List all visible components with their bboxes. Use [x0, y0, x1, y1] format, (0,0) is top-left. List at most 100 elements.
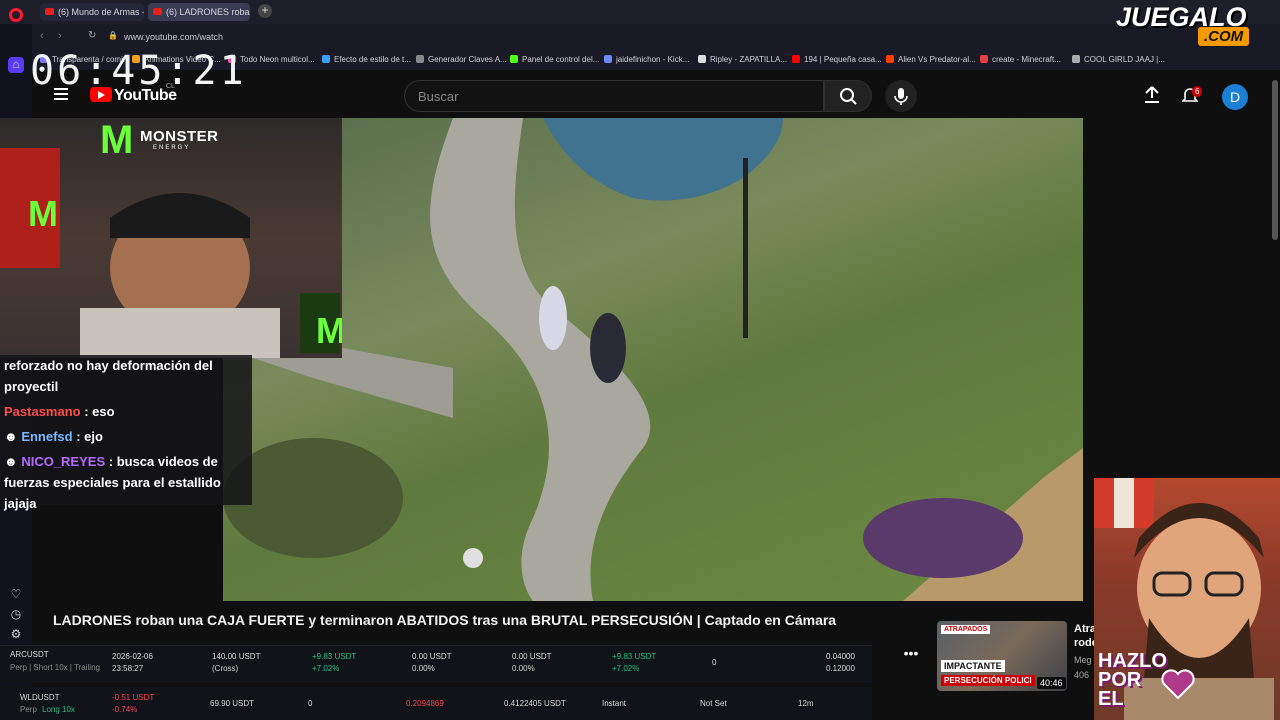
- streamer-webcam: M M: [0, 118, 346, 358]
- mark-price: 0.4122405 USDT: [504, 699, 566, 708]
- video-duration: 40:46: [1037, 677, 1066, 689]
- discord-badge-icon: ☻: [4, 454, 18, 469]
- chat-user: NICO_REYES: [21, 454, 106, 469]
- webcam-frame: M M: [0, 148, 346, 358]
- cta-text: HAZLO POR EL: [1098, 650, 1167, 710]
- contract-type: Perp: [20, 705, 37, 714]
- symbol: ARCUSDT: [10, 650, 49, 659]
- video-title: LADRONES roban una CAJA FUERTE y termina…: [53, 612, 837, 628]
- time: 23:58:27: [112, 664, 144, 673]
- zero: 0: [308, 699, 313, 708]
- position-detail: Perp | Short 10x | Trailing: [10, 663, 100, 672]
- recommended-views: 406: [1074, 670, 1090, 680]
- url-field[interactable]: www.youtube.com/watch: [124, 32, 223, 42]
- clock-icon[interactable]: ◷: [8, 607, 24, 623]
- pnl-pct: +7.02%: [612, 664, 640, 673]
- timeframe: 12m: [798, 699, 814, 708]
- browser-tab-2[interactable]: (6) LADRONES roban: [148, 3, 250, 21]
- trading-row: ARCUSDT Perp | Short 10x | Trailing 2026…: [0, 645, 872, 683]
- chat-user: Ennefsd: [21, 429, 73, 444]
- bookmark-item[interactable]: create - Minecraft...: [980, 55, 1061, 64]
- pnl: -0.51 USDT: [112, 693, 155, 702]
- opera-logo-icon[interactable]: [9, 8, 23, 22]
- symbol: WLDUSDT: [20, 693, 60, 702]
- margin-mode: (Cross): [212, 664, 239, 673]
- video-frame: [223, 118, 1083, 601]
- account-avatar[interactable]: D: [1222, 84, 1248, 110]
- chat-overlay: reforzado no hay deformación del proyect…: [0, 355, 252, 511]
- brand-tld: .COM: [1198, 27, 1250, 46]
- tab-label: (6) LADRONES roban: [166, 7, 250, 17]
- browser-tab-1[interactable]: (6) Mundo de Armas - Yo: [40, 3, 144, 21]
- bookmark-item[interactable]: Ripley - ZAPATILLA...: [698, 55, 787, 64]
- page-scrollbar[interactable]: [1272, 80, 1278, 240]
- settings-icon[interactable]: ⚙: [8, 627, 24, 643]
- stream-clock: 06:45:21: [30, 48, 247, 94]
- new-tab-button[interactable]: +: [258, 4, 272, 18]
- bookmark-item[interactable]: jaidefinichon - Kick...: [604, 55, 689, 64]
- margin: 69.90 USDT: [210, 699, 255, 708]
- more-options-button[interactable]: •••: [897, 645, 925, 665]
- chat-message: ☻ Ennefsd : ejo: [4, 429, 103, 444]
- heart-icon[interactable]: ♡: [8, 587, 24, 603]
- bookmark-item[interactable]: Panel de control del...: [510, 55, 599, 64]
- chat-user: Pastasmano: [4, 404, 81, 419]
- not-set-label[interactable]: Not Set: [700, 699, 727, 708]
- bookmark-item[interactable]: COOL GIRLD JAAJ |...: [1072, 55, 1165, 64]
- chat-message: ☻ NICO_REYES : busca videos de fuerzas e…: [4, 454, 221, 511]
- value-pct: 0.00%: [512, 664, 535, 673]
- back-icon[interactable]: ‹: [40, 30, 44, 42]
- date: 2026-02-06: [112, 652, 153, 661]
- chat-message: reforzado no hay deformación del proyect…: [4, 358, 213, 394]
- svg-text:M: M: [28, 193, 58, 234]
- search-icon: [840, 88, 857, 105]
- youtube-favicon-icon: [153, 8, 162, 15]
- address-bar: ‹ › ↻ 🔒 www.youtube.com/watch: [32, 24, 1280, 50]
- thumb-caption: PERSECUCIÓN POLICI: [941, 675, 1035, 686]
- bookmark-item[interactable]: 194 | Pequeña casa...: [792, 55, 882, 64]
- value: 0.00 USDT: [412, 652, 452, 661]
- bookmark-item[interactable]: Efecto de estilo de t...: [322, 55, 411, 64]
- heart-icon: [1161, 669, 1195, 700]
- pnl-pct: -0.74%: [112, 705, 138, 714]
- recommended-channel: Meg: [1074, 655, 1092, 665]
- size: 140.00 USDT: [212, 652, 261, 661]
- sponsor-logo: MONSTER: [140, 128, 219, 145]
- price: 0.12000: [826, 664, 855, 673]
- entry-price: 0.2094869: [406, 699, 444, 708]
- value: 0.00 USDT: [512, 652, 552, 661]
- position-side: Long 10x: [42, 705, 75, 714]
- lock-icon: 🔒: [108, 31, 118, 40]
- instant-label[interactable]: Instant: [602, 699, 626, 708]
- bookmark-item[interactable]: Generador Claves A...: [416, 55, 507, 64]
- microphone-icon: [894, 88, 908, 105]
- tab-label: (6) Mundo de Armas - Yo: [58, 7, 144, 17]
- recommended-title[interactable]: Atra rode: [1074, 622, 1098, 650]
- browser-tab-bar: (6) Mundo de Armas - Yo (6) LADRONES rob…: [0, 0, 1280, 24]
- notification-badge: 6: [1192, 86, 1203, 97]
- pnl: +9.83 USDT: [312, 652, 357, 661]
- trading-row: WLDUSDT Perp Long 10x -0.51 USDT -0.74% …: [0, 687, 872, 720]
- reload-icon[interactable]: ↻: [88, 30, 96, 41]
- star-icon[interactable]: [8, 58, 24, 74]
- voice-search-button[interactable]: [885, 80, 917, 112]
- sponsor-sub: ENERGY: [153, 145, 191, 151]
- chat-message: Pastasmano : eso: [4, 404, 115, 419]
- thumb-tag: ATRAPADOS: [941, 625, 991, 634]
- discord-badge-icon: ☻: [4, 429, 18, 444]
- search-button[interactable]: [824, 80, 872, 112]
- recommended-thumbnail[interactable]: ATRAPADOS IMPACTANTE PERSECUCIÓN POLICI …: [937, 621, 1067, 691]
- upload-icon[interactable]: [1144, 86, 1160, 104]
- pnl-pct: +7.02%: [312, 664, 340, 673]
- monster-claw-logo-icon: M: [100, 118, 134, 162]
- svg-text:M: M: [316, 310, 342, 351]
- youtube-favicon-icon: [45, 8, 54, 15]
- search-input[interactable]: Buscar: [404, 80, 824, 112]
- price: 0.04000: [826, 652, 855, 661]
- video-player[interactable]: [223, 118, 1083, 601]
- forward-icon[interactable]: ›: [58, 30, 62, 42]
- value-pct: 0.00%: [412, 664, 435, 673]
- pnl: +9.83 USDT: [612, 652, 657, 661]
- thumb-headline: IMPACTANTE: [941, 660, 1005, 672]
- bookmark-item[interactable]: Alien Vs Predator-al...: [886, 55, 976, 64]
